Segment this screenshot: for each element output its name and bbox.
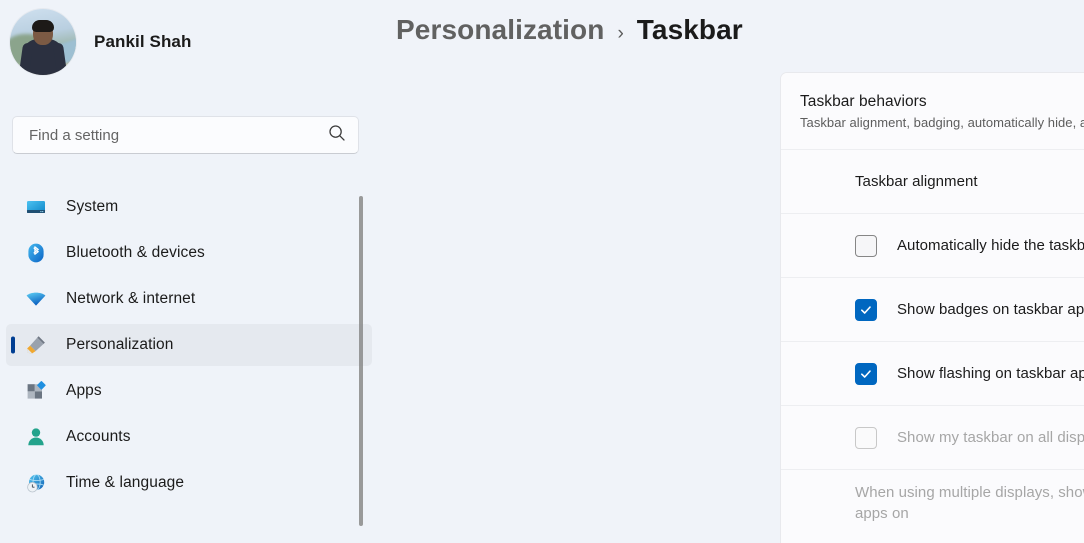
taskbar-behaviors-panel: Taskbar behaviors Taskbar alignment, bad… xyxy=(780,72,1084,543)
content-area: Personalization › Taskbar Taskbar behavi… xyxy=(380,0,1084,543)
search-icon xyxy=(328,124,346,147)
panel-header[interactable]: Taskbar behaviors Taskbar alignment, bad… xyxy=(781,73,1084,149)
show-taskbar-all-displays-checkbox xyxy=(855,426,877,449)
selection-indicator xyxy=(11,336,15,354)
sidebar-item-label: Time & language xyxy=(66,474,185,491)
apps-grid-icon xyxy=(24,379,48,403)
panel-title: Taskbar behaviors xyxy=(800,92,927,110)
sidebar-item-system[interactable]: System xyxy=(6,186,372,228)
row-label: Show my taskbar on all displays xyxy=(897,429,1084,446)
show-flashing-checkbox[interactable] xyxy=(855,362,877,385)
sidebar-item-label: Network & internet xyxy=(66,290,196,307)
clock-globe-icon xyxy=(24,471,48,495)
sidebar-item-label: Bluetooth & devices xyxy=(66,244,205,261)
row-label: Taskbar alignment xyxy=(855,173,978,190)
row-show-flashing[interactable]: Show flashing on taskbar apps xyxy=(781,341,1084,405)
row-show-taskbar-all-displays: Show my taskbar on all displays xyxy=(781,405,1084,469)
row-label: When using multiple displays, show my ta… xyxy=(855,484,1084,522)
sidebar-item-time-language[interactable]: Time & language xyxy=(6,462,372,504)
sidebar-item-apps[interactable]: Apps xyxy=(6,370,372,412)
breadcrumb: Personalization › Taskbar xyxy=(380,0,1084,66)
row-label: Show badges on taskbar apps xyxy=(897,301,1084,318)
paintbrush-icon xyxy=(24,333,48,357)
page-title: Taskbar xyxy=(636,14,743,45)
sidebar-item-network-internet[interactable]: Network & internet xyxy=(6,278,372,320)
bluetooth-icon xyxy=(24,241,48,265)
monitor-icon xyxy=(24,195,48,219)
row-label: Show flashing on taskbar apps xyxy=(897,365,1084,382)
search-box[interactable] xyxy=(12,116,359,154)
show-badges-checkbox[interactable] xyxy=(855,298,877,321)
sidebar: Pankil Shah Find a setting System Blueto… xyxy=(0,0,380,543)
row-show-badges[interactable]: Show badges on taskbar apps xyxy=(781,277,1084,341)
automatically-hide-taskbar-checkbox[interactable] xyxy=(855,234,877,257)
breadcrumb-separator-icon: › xyxy=(617,23,624,44)
sidebar-item-bluetooth-devices[interactable]: Bluetooth & devices xyxy=(6,232,372,274)
sidebar-item-accounts[interactable]: Accounts xyxy=(6,416,372,458)
sidebar-item-label: System xyxy=(66,198,119,215)
sidebar-item-personalization[interactable]: Personalization xyxy=(6,324,372,366)
person-icon xyxy=(24,425,48,449)
search-input[interactable] xyxy=(29,126,328,144)
row-taskbar-alignment: Taskbar alignment Center xyxy=(781,149,1084,213)
avatar xyxy=(10,9,76,75)
wifi-icon xyxy=(24,287,48,311)
breadcrumb-parent-link[interactable]: Personalization xyxy=(396,14,604,46)
sidebar-nav: System Bluetooth & devices Network & int… xyxy=(0,182,380,543)
row-multiple-displays-taskbar-apps: When using multiple displays, show my ta… xyxy=(781,469,1084,536)
sidebar-item-label: Personalization xyxy=(66,336,174,353)
panel-subtitle: Taskbar alignment, badging, automaticall… xyxy=(800,114,1084,130)
sidebar-item-label: Accounts xyxy=(66,428,131,445)
sidebar-scrollbar[interactable] xyxy=(359,196,363,526)
row-automatically-hide-taskbar[interactable]: Automatically hide the taskbar xyxy=(781,213,1084,277)
row-label: Automatically hide the taskbar xyxy=(897,237,1084,254)
account-name: Pankil Shah xyxy=(94,32,192,51)
settings-window: Pankil Shah Find a setting System Blueto… xyxy=(0,0,1084,543)
account-block[interactable]: Pankil Shah xyxy=(0,0,380,76)
sidebar-item-label: Apps xyxy=(66,382,102,399)
